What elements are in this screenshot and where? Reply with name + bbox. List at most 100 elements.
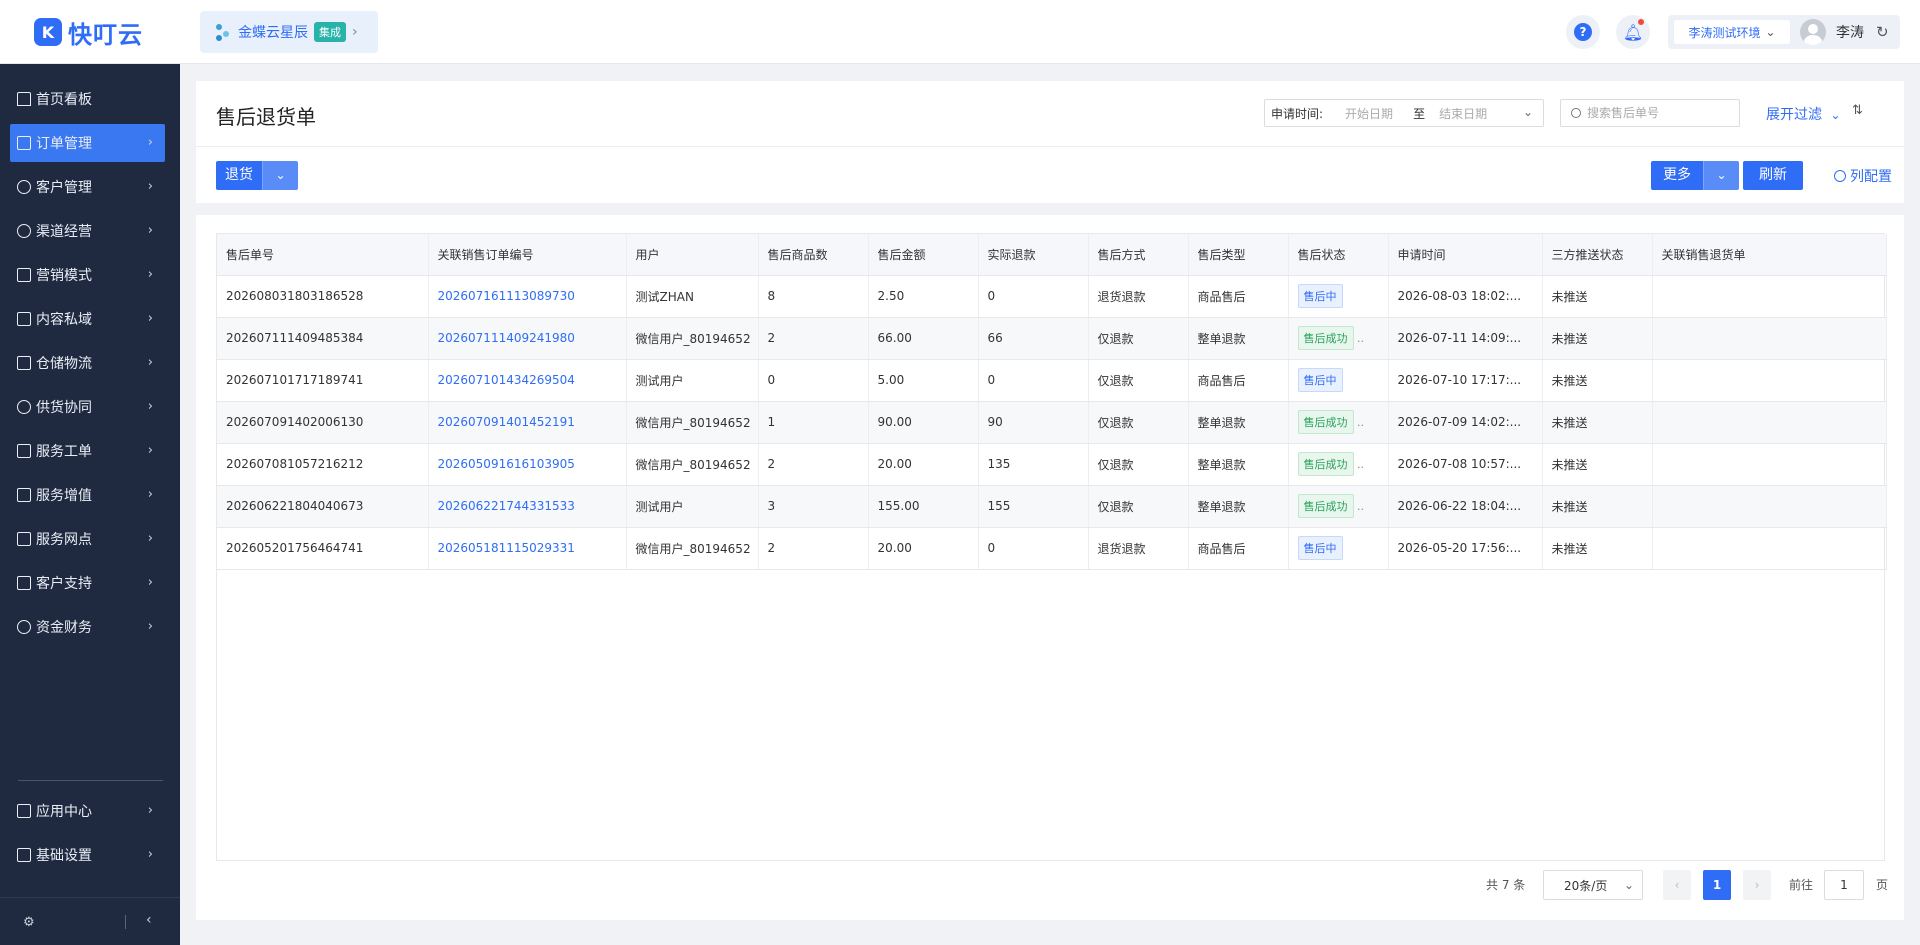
sidebar-item-label: 仓储物流 — [36, 356, 92, 372]
page-button-current[interactable]: 1 — [1703, 870, 1731, 900]
table-row[interactable]: 202608031803186528 202607161113089730 测试… — [217, 275, 1887, 318]
cell-method: 仅退款 — [1088, 485, 1189, 528]
sort-icon[interactable]: ⇅ — [1852, 103, 1863, 118]
cell-order-link[interactable]: 202607101434269504 — [428, 359, 627, 402]
question-icon: ? — [1574, 23, 1592, 41]
sidebar-item-finance[interactable]: 资金财务 › — [10, 608, 165, 646]
goto-page-input[interactable]: 1 — [1824, 870, 1864, 900]
cell-type: 商品售后 — [1188, 359, 1289, 402]
sidebar-item-service-points[interactable]: 服务网点 › — [10, 520, 165, 558]
column-header[interactable]: 售后金额 — [868, 234, 979, 276]
cell-push-status: 未推送 — [1542, 401, 1653, 444]
cell-method: 仅退款 — [1088, 359, 1189, 402]
column-header[interactable]: 实际退款 — [978, 234, 1089, 276]
column-config-button[interactable]: 列配置 — [1834, 166, 1892, 186]
sidebar-item-value-added[interactable]: 服务增值 › — [10, 476, 165, 514]
table-row[interactable]: 202606221804040673 202606221744331533 测试… — [217, 485, 1887, 528]
end-date-input[interactable]: 结束日期 — [1439, 105, 1487, 122]
chevron-right-icon: › — [147, 399, 153, 414]
sidebar-item-settings[interactable]: 基础设置 › — [10, 836, 165, 874]
cell-push-status: 未推送 — [1542, 485, 1653, 528]
table-row[interactable]: 202607111409485384 202607111409241980 微信… — [217, 317, 1887, 360]
cell-user: 测试用户 — [626, 359, 759, 402]
table-row[interactable]: 202607101717189741 202607101434269504 测试… — [217, 359, 1887, 402]
sidebar-item-app-center[interactable]: 应用中心 › — [10, 792, 165, 830]
sidebar-item-channels[interactable]: 渠道经营 › — [10, 212, 165, 250]
cell-amount: 20.00 — [868, 443, 979, 486]
user-icon — [17, 180, 31, 194]
sidebar-item-customers[interactable]: 客户管理 › — [10, 168, 165, 206]
search-box[interactable] — [1560, 99, 1740, 127]
column-header[interactable]: 关联销售退货单 — [1652, 234, 1887, 276]
return-button[interactable]: 退货 — [216, 161, 262, 190]
cell-order-link[interactable]: 202605181115029331 — [428, 527, 627, 570]
page-title: 售后退货单 — [216, 105, 316, 129]
column-header[interactable]: 用户 — [626, 234, 759, 276]
gear-icon[interactable]: ⚙ — [23, 915, 35, 930]
chevron-down-icon: ⌄ — [1522, 105, 1533, 119]
refresh-button[interactable]: 刷新 — [1743, 161, 1803, 190]
column-header[interactable]: 售后方式 — [1088, 234, 1189, 276]
chevron-right-icon: › — [147, 355, 153, 370]
expand-filter-link[interactable]: 展开过滤 ⌄ — [1766, 104, 1841, 124]
column-header[interactable]: 三方推送状态 — [1542, 234, 1653, 276]
column-header[interactable]: 售后商品数 — [758, 234, 869, 276]
chevron-right-icon: › — [147, 179, 153, 194]
refresh-icon[interactable]: ↻ — [1876, 23, 1889, 41]
page-size-select[interactable]: 20条/页 ⌄ — [1543, 870, 1643, 900]
sidebar-item-service-tickets[interactable]: 服务工单 › — [10, 432, 165, 470]
ticket-icon — [17, 444, 31, 458]
env-select[interactable]: 李涛测试环境 ⌄ — [1674, 20, 1790, 44]
help-button[interactable]: ? — [1566, 15, 1600, 49]
mail-icon — [17, 312, 31, 326]
cell-order-link[interactable]: 202607091401452191 — [428, 401, 627, 444]
chevron-right-icon: › — [147, 223, 153, 238]
more-button[interactable]: 更多 — [1651, 161, 1703, 190]
more-dropdown-button[interactable]: ⌄ — [1703, 161, 1739, 190]
cell-order-link[interactable]: 202607161113089730 — [428, 275, 627, 318]
sidebar-footer-divider — [125, 915, 126, 929]
cell-order-link[interactable]: 202605091616103905 — [428, 443, 627, 486]
sidebar-item-warehouse[interactable]: 仓储物流 › — [10, 344, 165, 382]
warehouse-icon — [17, 356, 31, 370]
user-name[interactable]: 李涛 — [1836, 22, 1864, 42]
sidebar-item-supply[interactable]: 供货协同 › — [10, 388, 165, 426]
sidebar-item-dashboard[interactable]: 首页看板 — [10, 80, 165, 118]
cell-return-order — [1652, 485, 1887, 528]
cell-qty: 2 — [758, 527, 869, 570]
return-dropdown-button[interactable]: ⌄ — [262, 161, 298, 190]
date-range-filter[interactable]: 申请时间: 开始日期 至 结束日期 ⌄ — [1264, 99, 1544, 127]
cell-aftersale-id: 202607081057216212 — [217, 443, 429, 486]
search-input[interactable] — [1587, 106, 1727, 120]
table-row[interactable]: 202607091402006130 202607091401452191 微信… — [217, 401, 1887, 444]
cell-user: 微信用户_80194652 — [626, 443, 759, 486]
chevron-right-icon: › — [147, 531, 153, 546]
column-header[interactable]: 售后状态 — [1288, 234, 1389, 276]
column-header[interactable]: 关联销售订单编号 — [428, 234, 627, 276]
integration-switcher[interactable]: 金蝶云星辰 集成 › — [200, 11, 378, 53]
chevron-right-icon: › — [147, 267, 153, 282]
table-row[interactable]: 202607081057216212 202605091616103905 微信… — [217, 443, 1887, 486]
sidebar-item-marketing[interactable]: 营销模式 › — [10, 256, 165, 294]
prev-page-button[interactable]: ‹ — [1663, 870, 1691, 900]
column-header[interactable]: 申请时间 — [1388, 234, 1543, 276]
logo-mark: K — [34, 18, 62, 46]
start-date-input[interactable]: 开始日期 — [1345, 105, 1393, 122]
notification-button[interactable]: 🔔︎ — [1616, 15, 1650, 49]
cell-order-link[interactable]: 202606221744331533 — [428, 485, 627, 528]
column-header[interactable]: 售后类型 — [1188, 234, 1289, 276]
column-header[interactable]: 售后单号 — [217, 234, 429, 276]
cell-user: 微信用户_80194652 — [626, 527, 759, 570]
sidebar-item-orders[interactable]: 订单管理 › — [10, 124, 165, 162]
notification-dot — [1638, 19, 1644, 25]
app-logo[interactable]: K 快叮云 — [34, 17, 143, 49]
cell-user: 测试ZHAN — [626, 275, 759, 318]
next-page-button[interactable]: › — [1743, 870, 1771, 900]
sidebar-item-support[interactable]: 客户支持 › — [10, 564, 165, 602]
table-row[interactable]: 202605201756464741 202605181115029331 微信… — [217, 527, 1887, 570]
collapse-sidebar-icon[interactable]: ‹ — [146, 912, 152, 928]
date-range-separator: 至 — [1413, 106, 1426, 121]
avatar[interactable] — [1800, 19, 1826, 45]
sidebar-item-content[interactable]: 内容私域 › — [10, 300, 165, 338]
cell-order-link[interactable]: 202607111409241980 — [428, 317, 627, 360]
